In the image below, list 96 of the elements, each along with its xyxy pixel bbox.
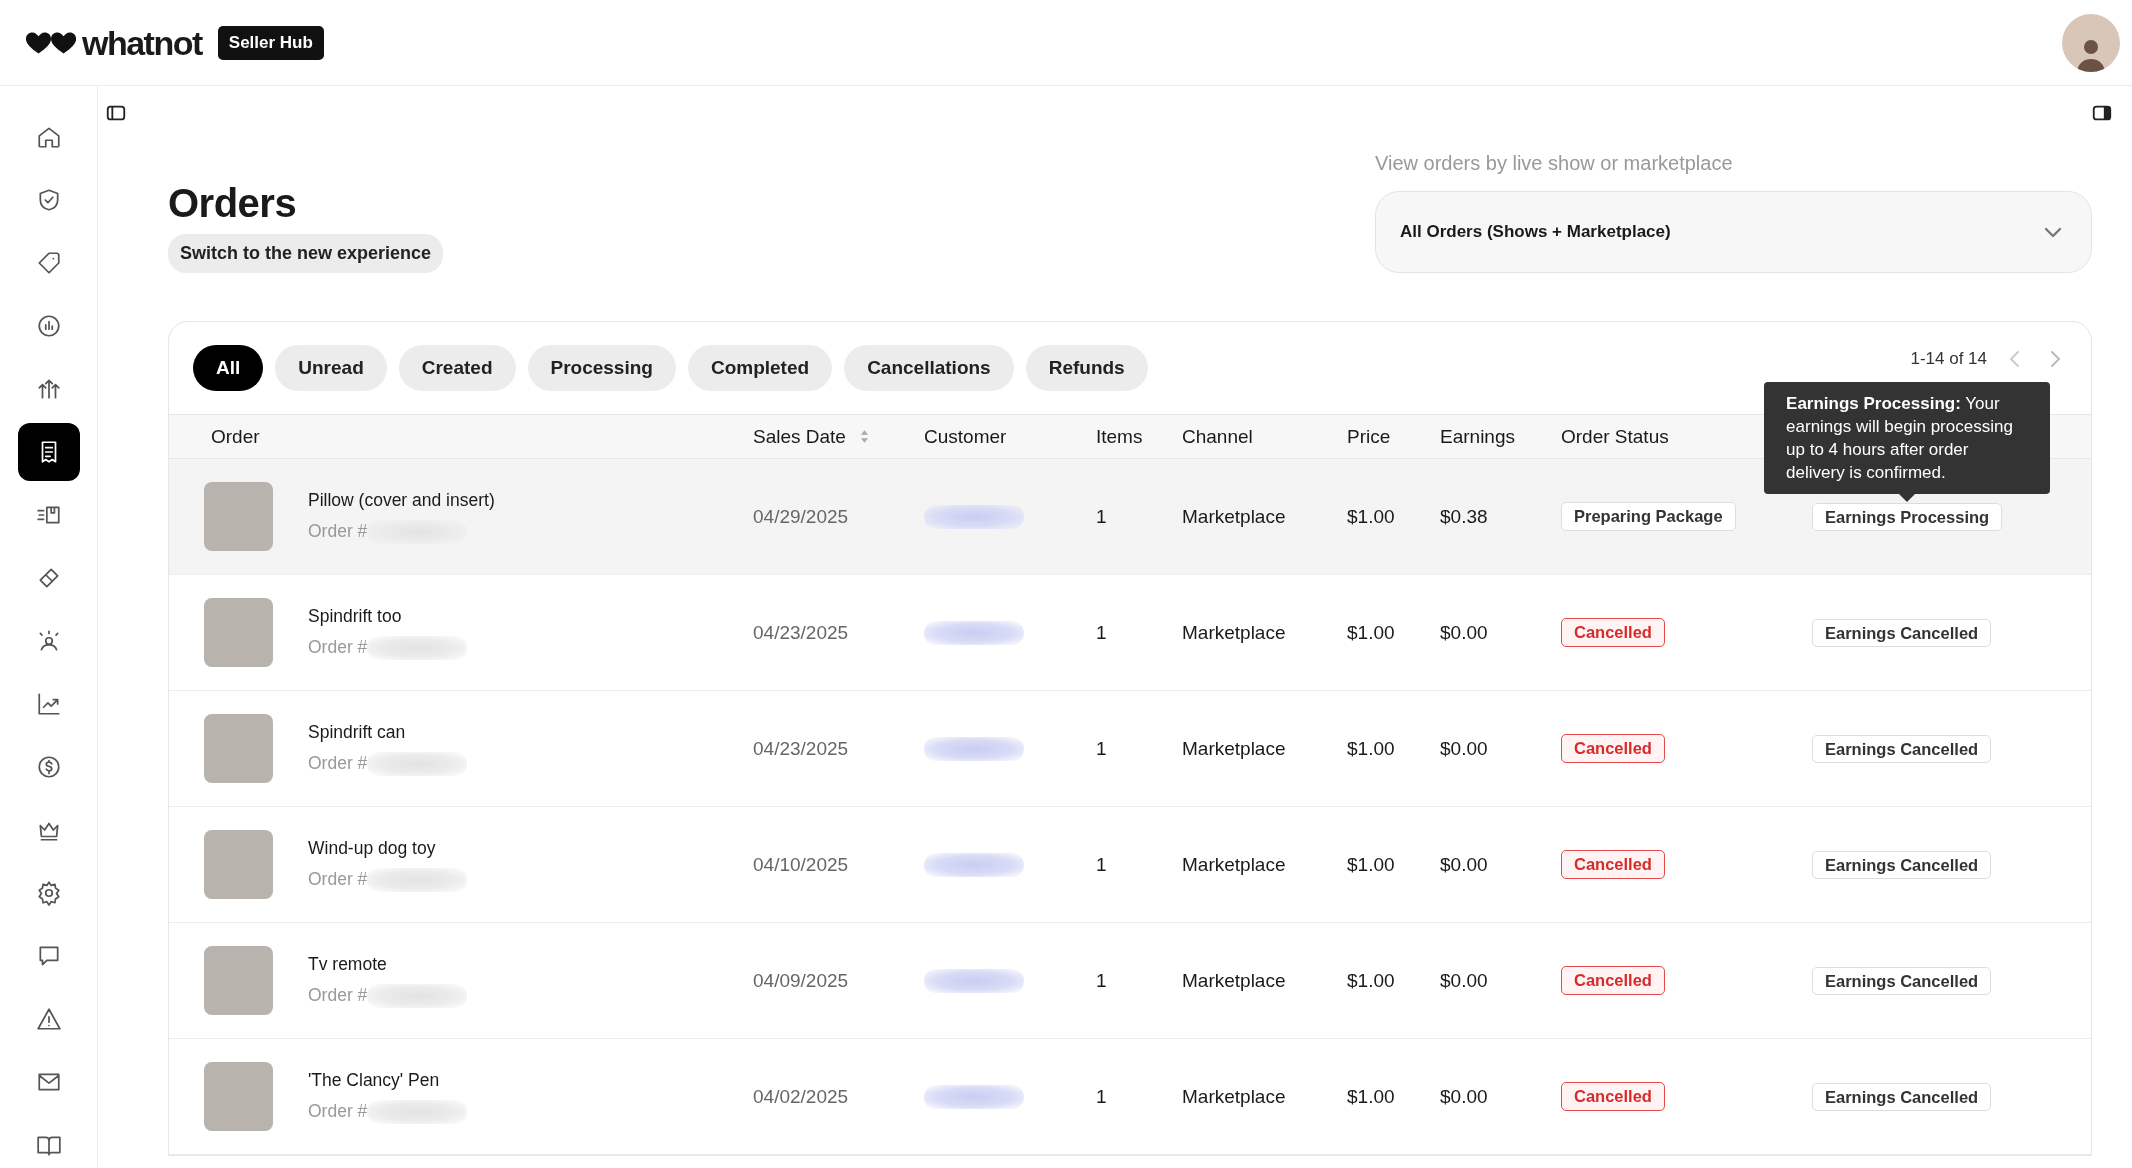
order-status: Cancelled [1561,1082,1665,1111]
earnings-status: Earnings Cancelled [1812,850,1992,879]
price: $1.00 [1347,505,1395,528]
order-number-label: Order # [308,1101,368,1122]
dollar-icon [35,754,62,780]
product-title: Tv remote [308,953,388,975]
gauge-icon [35,313,62,339]
product-title: Wind-up dog toy [308,837,437,859]
order-status: Cancelled [1561,850,1665,879]
order-status: Cancelled [1561,966,1665,995]
channel-name: Marketplace [1182,737,1286,760]
order-row[interactable]: Wind-up dog toy Order # 04/10/2025 1 Marketplace $1.00 $0.00 Cancelled Earnings Cancelled [169,807,2091,923]
order-number-label: Order # [308,869,368,890]
filter-tab[interactable]: Cancellations [844,345,1014,391]
sales-date: 04/23/2025 [753,737,849,760]
sales-date: 04/29/2025 [753,505,849,528]
page-title: Orders [168,181,297,226]
price: $1.00 [1347,1085,1395,1108]
product-title: Spindrift too [308,605,403,627]
order-row[interactable]: Spindrift too Order # 04/23/2025 1 Marketplace $1.00 $0.00 Cancelled Earnings Cancelled [169,575,2091,691]
column-header: Channel [1182,425,1253,448]
earnings: $0.38 [1440,505,1488,528]
earnings: $0.00 [1440,1085,1488,1108]
orders-view-dropdown[interactable]: All Orders (Shows + Marketplace) [1375,191,2092,273]
filter-tab[interactable]: Created [398,345,516,391]
filter-tab[interactable]: Refunds [1025,345,1148,391]
earnings-status: Earnings Cancelled [1812,966,1992,995]
earnings-tooltip: Earnings Processing: Your earnings will begin processing up to 4 hours after order delivery is confirmed. [1764,381,2051,502]
price: $1.00 [1347,737,1395,760]
sales-date: 04/10/2025 [753,853,849,876]
column-header[interactable]: Sales Date [753,425,846,448]
warning-icon [35,1006,62,1032]
product-title: 'The Clancy' Pen [308,1069,441,1091]
price: $1.00 [1347,853,1395,876]
sales-date: 04/09/2025 [753,969,849,992]
items-count: 1 [1096,1085,1107,1108]
order-row[interactable]: Spindrift can Order # 04/23/2025 1 Marketplace $1.00 $0.00 Cancelled Earnings Cancelled [169,691,2091,807]
order-number-label: Order # [308,753,368,774]
product-photo [204,598,273,667]
product-title: Spindrift can [308,721,407,743]
product-photo [204,830,273,899]
earnings-status: Earnings Processing [1812,502,2003,531]
channel-name: Marketplace [1182,621,1286,644]
order-number-label: Order # [308,637,368,658]
product-photo [204,946,273,1015]
earnings-status: Earnings Cancelled [1812,1082,1992,1111]
sales-date: 04/02/2025 [753,1085,849,1108]
earnings: $0.00 [1440,737,1488,760]
filter-tab[interactable]: Completed [687,345,833,391]
product-photo [204,482,273,551]
channel-name: Marketplace [1182,505,1286,528]
hearts-logo-icon [25,30,79,55]
items-count: 1 [1096,621,1107,644]
view-filter-label: View orders by live show or marketplace [1375,152,1734,175]
order-status: Cancelled [1561,734,1665,763]
channel-name: Marketplace [1182,969,1286,992]
sales-date: 04/23/2025 [753,621,849,644]
pagination-text: 1-14 of 14 [1910,349,1987,369]
price: $1.00 [1347,621,1395,644]
channel-name: Marketplace [1182,1085,1286,1108]
earnings: $0.00 [1440,853,1488,876]
product-photo [204,714,273,783]
order-row[interactable]: 'The Clancy' Pen Order # 04/02/2025 1 Marketplace $1.00 $0.00 Cancelled Earnings Cancelled [169,1039,2091,1155]
order-status: Preparing Package [1561,502,1736,531]
column-header: Customer [924,425,1007,448]
column-header: Items [1096,425,1143,448]
tooltip-pointer-icon [1899,493,1916,502]
switch-experience-button[interactable]: Switch to the new experience [168,234,444,273]
price: $1.00 [1347,969,1395,992]
column-header: Earnings [1440,425,1515,448]
earnings: $0.00 [1440,621,1488,644]
items-count: 1 [1096,969,1107,992]
chart-icon [35,691,62,717]
sidebar-nav-button[interactable] [17,423,80,481]
filter-tab[interactable]: All [193,345,264,391]
product-photo [204,1062,273,1131]
order-number-label: Order # [308,985,368,1006]
items-count: 1 [1096,737,1107,760]
product-title: Pillow (cover and insert) [308,489,495,511]
column-header: Order Status [1561,425,1669,448]
seller-hub-badge: Seller Hub [217,25,324,60]
earnings-status: Earnings Cancelled [1812,734,1992,763]
order-number-label: Order # [308,521,368,542]
logo-wordmark: whatnot [82,25,202,60]
filter-tab[interactable]: Processing [527,345,676,391]
channel-name: Marketplace [1182,853,1286,876]
order-status: Cancelled [1561,618,1665,647]
earnings: $0.00 [1440,969,1488,992]
order-row[interactable]: Tv remote Order # 04/09/2025 1 Marketplace $1.00 $0.00 Cancelled Earnings Cancelled [169,923,2091,1039]
column-header: Order [211,425,260,448]
column-header: Price [1347,425,1391,448]
items-count: 1 [1096,505,1107,528]
earnings-status: Earnings Cancelled [1812,618,1992,647]
filter-tab[interactable]: Unread [275,345,387,391]
items-count: 1 [1096,853,1107,876]
gear-icon [35,880,62,906]
